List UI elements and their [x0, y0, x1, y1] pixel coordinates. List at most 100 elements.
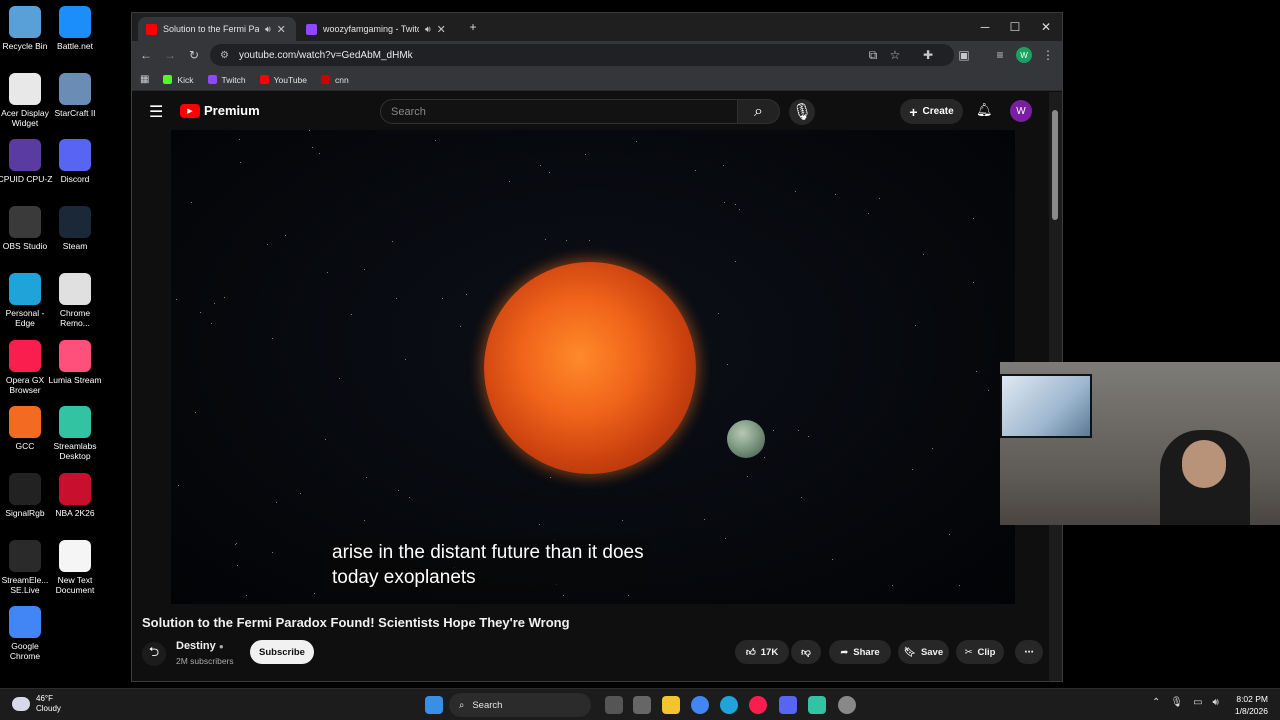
desktop-icon-recycle-bin[interactable]: Recycle Bin: [0, 6, 53, 51]
bookmark-youtube[interactable]: YouTube: [259, 75, 307, 85]
more-actions-button[interactable]: ⋯: [1015, 640, 1043, 664]
star-dot: [973, 218, 974, 219]
close-tab-icon[interactable]: ✕: [437, 23, 446, 36]
desktop-icon-text-document[interactable]: New Text Document: [47, 539, 103, 595]
account-avatar[interactable]: W: [1010, 100, 1032, 122]
desktop-icon-chrome[interactable]: Google Chrome: [0, 606, 53, 661]
desktop-icon-streamlabs[interactable]: Streamlabs Desktop: [47, 406, 103, 461]
windows-start-icon[interactable]: [425, 696, 443, 714]
app-taskbar-icon[interactable]: [838, 696, 856, 714]
clip-button[interactable]: ✂ Clip: [956, 640, 1004, 664]
create-button[interactable]: + Create: [900, 99, 963, 124]
star-dot: [272, 338, 273, 339]
chevron-up-icon[interactable]: ⌃: [1152, 697, 1160, 708]
star-dot: [973, 282, 974, 283]
speaker-icon[interactable]: 🔊︎: [425, 24, 431, 35]
discord-taskbar-icon[interactable]: [779, 696, 797, 714]
desktop-icon-signalrgb[interactable]: SignalRgb: [0, 472, 53, 518]
chrome-icon: [9, 606, 41, 639]
mic-tray-icon[interactable]: 🎙︎: [1170, 697, 1183, 708]
scrollbar-thumb[interactable]: [1052, 110, 1058, 220]
bookmark-star-icon[interactable]: ☆: [887, 47, 903, 63]
youtube-logo[interactable]: ▶ Premium: [180, 103, 260, 118]
star-dot: [868, 213, 869, 214]
back-icon[interactable]: ←: [138, 47, 154, 63]
desktop-icon-obs[interactable]: OBS Studio: [0, 206, 53, 251]
star-dot: [325, 439, 326, 440]
desktop-icon-label: Lumia Stream: [48, 374, 102, 385]
notifications-icon[interactable]: 🔔︎: [976, 102, 993, 118]
desktop-icon-starcraft[interactable]: StarCraft II: [47, 72, 103, 118]
menu-icon[interactable]: ⋮: [1040, 47, 1056, 63]
forward-icon[interactable]: →: [162, 47, 178, 63]
desktop-icon-steam[interactable]: Steam: [47, 206, 103, 251]
video-caption: arise in the distant future than it does…: [326, 538, 650, 592]
widgets-icon[interactable]: [633, 696, 651, 714]
channel-avatar[interactable]: ⮌: [142, 642, 166, 666]
network-icon[interactable]: ▭: [1193, 697, 1202, 708]
star-dot: [409, 497, 410, 498]
channel-name[interactable]: Destiny ●: [176, 640, 224, 652]
voice-search-button[interactable]: 🎙︎: [789, 99, 815, 125]
dislike-button[interactable]: 👎︎: [791, 640, 821, 664]
clock[interactable]: 8:02 PM 1/8/2026: [1235, 693, 1268, 717]
taskbar-search[interactable]: ⌕ Search: [449, 693, 591, 717]
streamlabs-taskbar-icon[interactable]: [808, 696, 826, 714]
edge-taskbar-icon[interactable]: [720, 696, 738, 714]
side-panel-icon[interactable]: ▣: [956, 47, 972, 63]
star-dot: [178, 485, 179, 486]
bookmark-cnn[interactable]: cnn: [321, 75, 349, 85]
extensions-icon[interactable]: ✚: [920, 47, 936, 63]
apps-icon[interactable]: ▦: [140, 74, 149, 85]
file-explorer-icon[interactable]: [662, 696, 680, 714]
tab-youtube[interactable]: Solution to the Fermi Parad 🔊︎ ✕: [138, 17, 296, 41]
profile-avatar[interactable]: W: [1016, 47, 1032, 63]
star-dot: [735, 204, 736, 205]
chrome-taskbar-icon[interactable]: [691, 696, 709, 714]
task-view-icon[interactable]: [605, 696, 623, 714]
star-dot: [739, 209, 740, 210]
steam-icon: [59, 206, 91, 239]
url-text: youtube.com/watch?v=GedAbM_dHMk: [238, 49, 413, 61]
desktop-icon-battlenet[interactable]: Battle.net: [47, 6, 103, 51]
star-dot: [351, 314, 352, 315]
media-control-icon[interactable]: ≡: [992, 47, 1008, 63]
edge-icon: [9, 272, 41, 305]
close-window-icon[interactable]: ✕: [1031, 13, 1061, 41]
weather-widget[interactable]: 46°F Cloudy: [12, 694, 61, 714]
desktop-icon-discord[interactable]: Discord: [47, 139, 103, 184]
search-input[interactable]: Search: [380, 99, 738, 124]
save-button[interactable]: 🔖︎ Save: [898, 640, 949, 664]
tab-twitch[interactable]: woozyfamgaming - Twitch 🔊︎ ✕: [298, 17, 456, 41]
subscribe-button[interactable]: Subscribe: [250, 640, 314, 664]
desktop-icon-chrome-remote[interactable]: Chrome Remo...: [47, 272, 103, 328]
like-button[interactable]: 👍︎ 17K: [735, 640, 789, 664]
desktop-icon-cpuz[interactable]: CPUID CPU-Z: [0, 139, 53, 184]
new-tab-button[interactable]: +: [458, 13, 488, 41]
hamburger-menu-icon[interactable]: ☰: [149, 102, 163, 122]
reload-icon[interactable]: ↻: [186, 47, 202, 63]
close-tab-icon[interactable]: ✕: [277, 23, 286, 36]
install-app-icon[interactable]: ⧉: [865, 47, 881, 63]
desktop-icon-opera-gx[interactable]: Opera GX Browser: [0, 339, 53, 395]
star-dot: [764, 457, 765, 458]
desktop-icon-streamelements[interactable]: StreamEle... SE.Live: [0, 539, 53, 595]
desktop-icon-acer-display-widget[interactable]: Acer Display Widget: [0, 72, 53, 128]
bookmark-twitch[interactable]: Twitch: [207, 75, 246, 85]
desktop-icon-nba2k[interactable]: NBA 2K26: [47, 472, 103, 518]
desktop-icon-edge[interactable]: Personal - Edge: [0, 272, 53, 328]
video-player[interactable]: arise in the distant future than it does…: [171, 130, 1015, 604]
desktop-icon-lumia-stream[interactable]: Lumia Stream: [47, 339, 103, 385]
desktop-icon-gcc[interactable]: GCC: [0, 406, 53, 451]
volume-icon[interactable]: 🔊︎: [1213, 697, 1219, 708]
share-button[interactable]: ➦ Share: [829, 640, 891, 664]
system-tray[interactable]: ⌃ 🎙︎ ▭ 🔊︎: [1152, 697, 1219, 708]
minimize-icon[interactable]: ─: [970, 13, 1000, 41]
speaker-icon[interactable]: 🔊︎: [265, 24, 271, 35]
maximize-icon[interactable]: ☐: [1000, 13, 1030, 41]
bookmark-kick[interactable]: Kick: [163, 75, 194, 85]
site-info-icon[interactable]: ⚙: [220, 50, 229, 61]
search-button[interactable]: ⌕: [738, 99, 780, 124]
opera-gx-taskbar-icon[interactable]: [749, 696, 767, 714]
address-bar[interactable]: ⚙ youtube.com/watch?v=GedAbM_dHMk: [210, 44, 954, 66]
